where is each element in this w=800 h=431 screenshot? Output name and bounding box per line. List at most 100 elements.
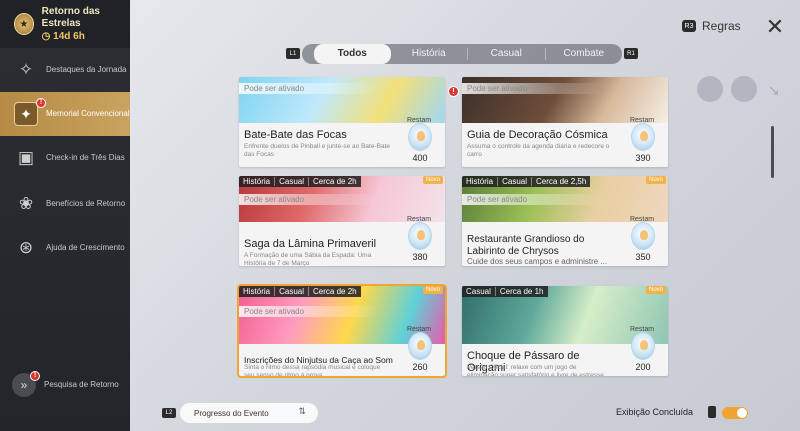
card-reward: Restam 260 bbox=[403, 326, 437, 372]
event-card-focas[interactable]: Pode ser ativado Bate-Bate das Focas Enf… bbox=[239, 77, 445, 167]
pass-gem-icon bbox=[631, 123, 655, 151]
sparkle-icon: ✧ bbox=[18, 60, 34, 79]
r3-key-icon bbox=[708, 406, 716, 418]
dim-round-button bbox=[697, 76, 723, 102]
sidebar: ★ Retorno das Estrelas ◷ 14d 6h ✧ Destaq… bbox=[0, 0, 130, 431]
sidebar-item-ajuda[interactable]: ⊛ Ajuda de Crescimento bbox=[0, 226, 130, 270]
card-state: Pode ser ativado bbox=[239, 194, 379, 205]
event-card-restaurante[interactable]: História Casual Cerca de 2,5h Novo Pode … bbox=[462, 176, 668, 266]
event-card-ninjutsu[interactable]: História Casual Cerca de 2h Novo Pode se… bbox=[237, 284, 447, 378]
sidebar-item-beneficios[interactable]: ❀ Benefícios de Retorno bbox=[0, 182, 130, 226]
card-reward: Restam 400 bbox=[403, 117, 437, 163]
growth-icon: ⊛ bbox=[18, 238, 34, 257]
progress-label: Progresso do Evento bbox=[194, 408, 269, 418]
card-title: Guia de Decoração Cósmica bbox=[467, 129, 608, 141]
card-tag: Casual bbox=[275, 287, 310, 296]
clock-icon: ◷ bbox=[41, 30, 51, 42]
new-badge: Novo bbox=[422, 176, 443, 184]
event-header: ★ Retorno das Estrelas ◷ 14d 6h bbox=[0, 0, 130, 48]
sidebar-item-checkin[interactable]: ▣ Check-in de Três Dias bbox=[0, 136, 130, 180]
card-tag: Cerca de 2h bbox=[313, 177, 357, 186]
star-emblem-icon: ★ bbox=[14, 13, 34, 35]
reward-count: 350 bbox=[635, 252, 651, 262]
reward-count: 400 bbox=[412, 153, 428, 163]
reward-count: 380 bbox=[412, 252, 428, 262]
alert-badge-icon: ! bbox=[30, 371, 40, 381]
card-tag: História bbox=[239, 287, 276, 296]
card-tag: História bbox=[239, 177, 276, 186]
r1-key-icon: R1 bbox=[624, 48, 638, 59]
sidebar-item-destaques[interactable]: ✧ Destaques da Jornada bbox=[0, 48, 130, 92]
card-tag: Casual bbox=[275, 177, 310, 186]
alert-badge-icon: ! bbox=[36, 98, 46, 108]
card-tags: História Casual Cerca de 2h bbox=[239, 176, 361, 187]
new-badge: Novo bbox=[645, 286, 666, 294]
rules-label: Regras bbox=[702, 19, 741, 33]
pass-gem-icon bbox=[408, 123, 432, 151]
event-title: Retorno das Estrelas bbox=[41, 5, 100, 29]
tab-casual[interactable]: Casual bbox=[468, 48, 546, 60]
card-desc: Cuide dos seus campos e administre ... bbox=[467, 257, 608, 266]
sidebar-item-label: Memorial Convencional bbox=[46, 109, 130, 118]
pass-gem-icon bbox=[631, 332, 655, 360]
event-card-origami[interactable]: Casual Cerca de 1h Novo Pode ser ativado… bbox=[462, 286, 668, 376]
event-card-saga[interactable]: História Casual Cerca de 2h Novo Pode se… bbox=[239, 176, 445, 266]
new-badge: Novo bbox=[645, 176, 666, 184]
pass-gem-icon bbox=[408, 222, 432, 250]
card-state: Pode ser ativado bbox=[239, 306, 379, 317]
reward-count: 200 bbox=[635, 362, 651, 372]
card-tag: Casual bbox=[462, 287, 496, 296]
card-tag: Cerca de 2,5h bbox=[536, 177, 587, 186]
card-tag: História bbox=[462, 177, 499, 186]
pass-gem-icon bbox=[631, 222, 655, 250]
new-badge: Novo bbox=[422, 286, 443, 294]
card-tag: Cerca de 1h bbox=[499, 287, 544, 296]
tab-historia[interactable]: História bbox=[391, 48, 468, 60]
close-icon[interactable]: ✕ bbox=[764, 16, 786, 38]
completed-display-toggle[interactable] bbox=[722, 407, 748, 419]
r3-key-icon: R3 bbox=[682, 20, 696, 32]
sidebar-item-label: Ajuda de Crescimento bbox=[46, 243, 125, 252]
sidebar-item-pesquisa[interactable]: » ! Pesquisa de Retorno bbox=[0, 363, 130, 407]
star-card-icon: ✦ bbox=[14, 102, 38, 126]
rules-button[interactable]: R3 Regras bbox=[682, 19, 741, 33]
card-state: Pode ser ativado bbox=[239, 83, 379, 94]
card-desc: A Formação de uma Sábia da Espada: Uma H… bbox=[244, 252, 372, 266]
card-reward: Restam 380 bbox=[403, 216, 437, 262]
card-desc: Enfrente duelos de Pinball e junte-se ao… bbox=[244, 143, 390, 158]
l1-key-icon: L1 bbox=[286, 48, 300, 59]
sidebar-item-label: Destaques da Jornada bbox=[46, 65, 127, 74]
card-title: Restaurante Grandioso do Labirinto de Ch… bbox=[467, 234, 585, 257]
sidebar-item-memorial[interactable]: ✦ ! Memorial Convencional bbox=[0, 92, 130, 136]
card-state: Pode ser ativado bbox=[462, 194, 602, 205]
scrollbar[interactable] bbox=[771, 126, 774, 178]
sidebar-item-label: Benefícios de Retorno bbox=[46, 199, 126, 208]
card-state: Pode ser ativado bbox=[462, 83, 602, 94]
event-card-decoracao[interactable]: Pode ser ativado Guia de Decoração Cósmi… bbox=[462, 77, 668, 167]
card-tags: História Casual Cerca de 2,5h bbox=[462, 176, 591, 187]
card-desc: Sinta o ritmo dessa rapsódia musical e c… bbox=[244, 364, 381, 376]
reward-count: 390 bbox=[635, 153, 651, 163]
card-reward: Restam 200 bbox=[626, 326, 660, 372]
card-tag: Cerca de 2h bbox=[313, 287, 357, 296]
event-progress-sort[interactable]: Progresso do Evento ⇅ bbox=[180, 403, 318, 423]
card-reward: Restam 390 bbox=[626, 117, 660, 163]
card-reward: Restam 350 bbox=[626, 216, 660, 262]
calendar-icon: ▣ bbox=[17, 148, 35, 167]
sidebar-item-label: Pesquisa de Retorno bbox=[44, 380, 119, 389]
sidebar-item-label: Check-in de Três Dias bbox=[46, 153, 125, 162]
card-tag: Casual bbox=[498, 177, 533, 186]
tab-todos[interactable]: Todos bbox=[314, 44, 391, 64]
arrow-down-right-icon: ↘ bbox=[768, 82, 780, 98]
card-tags: História Casual Cerca de 2h bbox=[239, 286, 361, 297]
pass-gem-icon bbox=[408, 332, 432, 360]
reward-count: 260 bbox=[412, 362, 428, 372]
completed-display-label: Exibição Concluída bbox=[616, 407, 694, 417]
card-tags: Casual Cerca de 1h bbox=[462, 286, 548, 297]
sort-arrows-icon: ⇅ bbox=[298, 406, 306, 416]
card-title: Saga da Lâmina Primaveril bbox=[244, 238, 377, 250]
l2-key-icon: L2 bbox=[162, 408, 176, 418]
tab-combate[interactable]: Combate bbox=[546, 48, 623, 60]
gift-icon: ❀ bbox=[18, 194, 34, 213]
event-timer: ◷ 14d 6h bbox=[41, 30, 85, 42]
